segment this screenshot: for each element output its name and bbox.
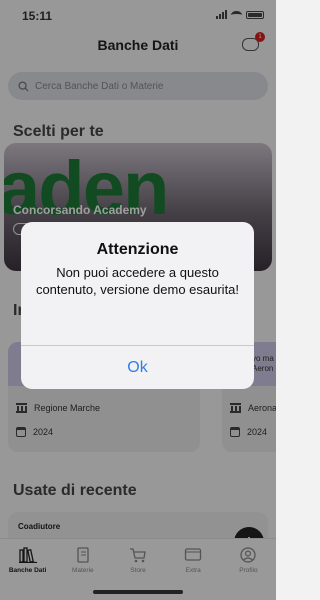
app-screen: 15:11 Banche Dati 1 Scelti per te aden C… [0, 0, 276, 600]
ok-button[interactable]: Ok [21, 346, 254, 389]
alert-dialog: Attenzione Non puoi accedere a questo co… [21, 222, 254, 389]
alert-message: Non puoi accedere a questo contenuto, ve… [35, 265, 240, 297]
home-indicator[interactable] [93, 590, 183, 594]
alert-title: Attenzione [96, 241, 179, 258]
